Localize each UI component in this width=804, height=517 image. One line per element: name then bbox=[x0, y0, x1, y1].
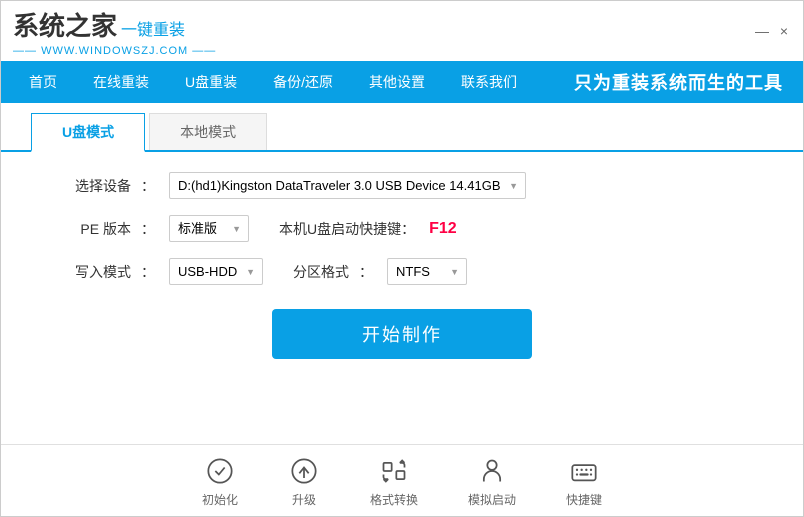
app-title: 系统之家一键重装 bbox=[13, 6, 216, 43]
tool-convert[interactable]: 格式转换 bbox=[370, 455, 418, 508]
content-area: U盘模式 本地模式 选择设备 ： D:(hd1)Kingston DataTra… bbox=[1, 103, 803, 516]
nav-usb-reinstall[interactable]: U盘重装 bbox=[167, 61, 255, 103]
start-button[interactable]: 开始制作 bbox=[272, 309, 532, 359]
tool-simulate-boot[interactable]: 模拟启动 bbox=[468, 455, 516, 508]
partition-label: 分区格式 bbox=[293, 262, 349, 282]
pe-row: PE 版本 ： 标准版 本机U盘启动快捷键： F12 bbox=[61, 215, 743, 242]
device-select-wrap[interactable]: D:(hd1)Kingston DataTraveler 3.0 USB Dev… bbox=[169, 172, 526, 199]
nav-online-reinstall[interactable]: 在线重装 bbox=[75, 61, 167, 103]
upload-icon bbox=[288, 455, 320, 487]
person-icon bbox=[476, 455, 508, 487]
tool-initialize-label: 初始化 bbox=[202, 491, 238, 508]
tab-usb-mode[interactable]: U盘模式 bbox=[31, 113, 145, 152]
nav-backup-restore[interactable]: 备份/还原 bbox=[255, 61, 351, 103]
pe-select-wrap[interactable]: 标准版 bbox=[169, 215, 249, 242]
partition-select[interactable]: NTFS bbox=[387, 258, 467, 285]
device-select[interactable]: D:(hd1)Kingston DataTraveler 3.0 USB Dev… bbox=[169, 172, 526, 199]
app-website: —— WWW.WINDOWSZJ.COM —— bbox=[13, 45, 216, 57]
tool-shortcut[interactable]: 快捷键 bbox=[566, 455, 602, 508]
bottom-toolbar: 初始化 升级 bbox=[1, 444, 803, 516]
tool-convert-label: 格式转换 bbox=[370, 491, 418, 508]
app-title-text: 系统之家 bbox=[13, 11, 117, 41]
title-bar: 系统之家一键重装 —— WWW.WINDOWSZJ.COM —— — × bbox=[1, 1, 803, 61]
minimize-button[interactable]: — bbox=[755, 24, 769, 38]
nav-other-settings[interactable]: 其他设置 bbox=[351, 61, 443, 103]
device-row: 选择设备 ： D:(hd1)Kingston DataTraveler 3.0 … bbox=[61, 172, 743, 199]
tool-initialize[interactable]: 初始化 bbox=[202, 455, 238, 508]
write-select-wrap[interactable]: USB-HDD bbox=[169, 258, 263, 285]
keyboard-icon bbox=[568, 455, 600, 487]
tool-upgrade[interactable]: 升级 bbox=[288, 455, 320, 508]
tool-upgrade-label: 升级 bbox=[292, 491, 316, 508]
write-select[interactable]: USB-HDD bbox=[169, 258, 263, 285]
write-label: 写入模式 bbox=[61, 262, 131, 282]
hotkey-value: F12 bbox=[429, 220, 457, 238]
form-area: 选择设备 ： D:(hd1)Kingston DataTraveler 3.0 … bbox=[1, 152, 803, 379]
nav-items: 首页 在线重装 U盘重装 备份/还原 其他设置 联系我们 bbox=[11, 61, 535, 103]
main-window: 系统之家一键重装 —— WWW.WINDOWSZJ.COM —— — × 首页 … bbox=[0, 0, 804, 517]
partition-select-wrap[interactable]: NTFS bbox=[387, 258, 467, 285]
window-controls: — × bbox=[755, 24, 791, 38]
nav-bar: 首页 在线重装 U盘重装 备份/还原 其他设置 联系我们 只为重装系统而生的工具 bbox=[1, 61, 803, 103]
tab-local-mode[interactable]: 本地模式 bbox=[149, 113, 267, 150]
convert-icon bbox=[378, 455, 410, 487]
app-subtitle: 一键重装 bbox=[121, 22, 185, 39]
app-logo: 系统之家一键重装 —— WWW.WINDOWSZJ.COM —— bbox=[13, 6, 216, 57]
device-label: 选择设备 bbox=[61, 176, 131, 196]
tool-simulate-boot-label: 模拟启动 bbox=[468, 491, 516, 508]
tab-bar: U盘模式 本地模式 bbox=[1, 103, 803, 152]
pe-select[interactable]: 标准版 bbox=[169, 215, 249, 242]
pe-label: PE 版本 bbox=[61, 219, 131, 239]
tool-shortcut-label: 快捷键 bbox=[566, 491, 602, 508]
hotkey-label: 本机U盘启动快捷键： bbox=[279, 219, 415, 239]
close-button[interactable]: × bbox=[777, 24, 791, 38]
check-circle-icon bbox=[204, 455, 236, 487]
nav-slogan: 只为重装系统而生的工具 bbox=[574, 69, 803, 95]
nav-home[interactable]: 首页 bbox=[11, 61, 75, 103]
write-row: 写入模式 ： USB-HDD 分区格式 ： NTFS bbox=[61, 258, 743, 285]
nav-contact[interactable]: 联系我们 bbox=[443, 61, 535, 103]
